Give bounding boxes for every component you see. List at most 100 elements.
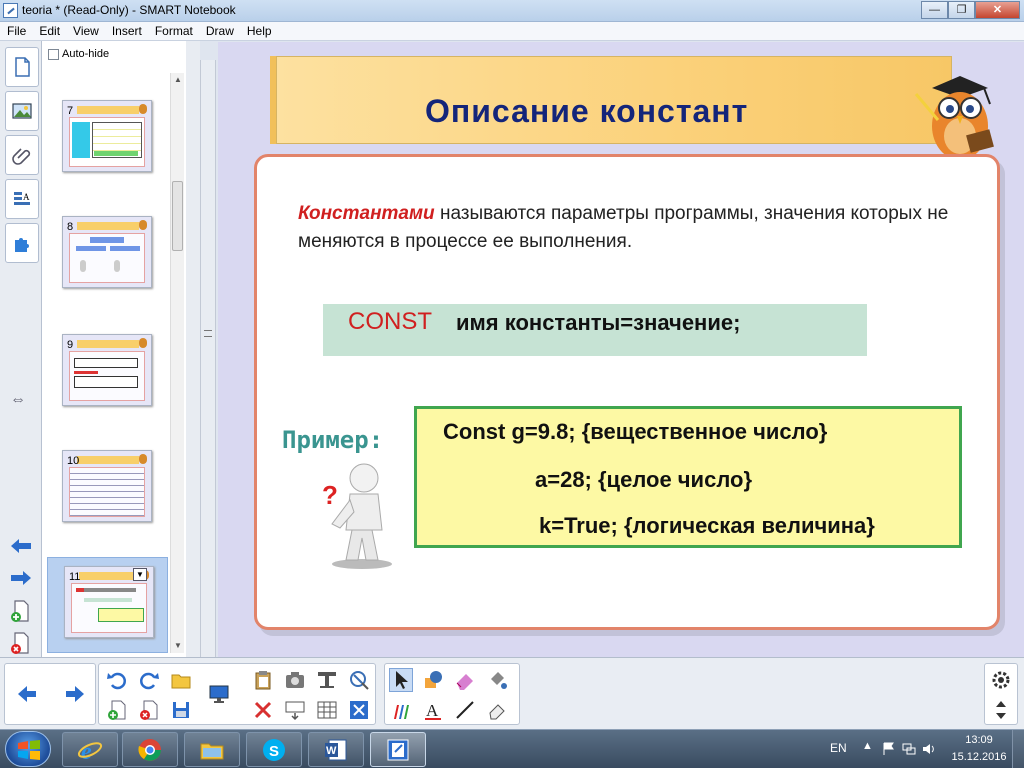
redo-button[interactable] bbox=[137, 668, 161, 692]
flag-icon[interactable] bbox=[882, 742, 896, 756]
thumbnail-title-bar bbox=[77, 222, 139, 230]
tab-addons[interactable] bbox=[5, 223, 39, 263]
file-edit-group bbox=[98, 663, 376, 725]
scrollbar-thumb[interactable] bbox=[172, 181, 183, 251]
chrome-icon bbox=[138, 738, 161, 761]
screen-display-button[interactable] bbox=[207, 682, 231, 706]
eraser-icon bbox=[456, 674, 473, 690]
resize-arrows-icon[interactable]: ⇔ bbox=[10, 391, 26, 409]
menu-format[interactable]: Format bbox=[148, 22, 199, 40]
undo-button[interactable] bbox=[105, 668, 129, 692]
tab-attachments[interactable] bbox=[5, 135, 39, 175]
puzzle-icon bbox=[15, 238, 29, 252]
customize-toolbar-button[interactable] bbox=[989, 668, 1013, 692]
maximize-button[interactable]: ❐ bbox=[948, 1, 975, 19]
menu-view[interactable]: View bbox=[66, 22, 105, 40]
const-syntax: имя константы=значение; bbox=[456, 310, 741, 335]
smart-notebook-window: teoria * (Read-Only) - SMART Notebook — … bbox=[0, 0, 1024, 768]
menu-file[interactable]: File bbox=[0, 22, 32, 40]
paste-button[interactable] bbox=[251, 668, 275, 692]
example-box: Const g=9.8; {вещественное число} a=28; … bbox=[414, 406, 962, 548]
menu-draw[interactable]: Draw bbox=[199, 22, 240, 40]
delete-page-tool[interactable] bbox=[137, 698, 161, 722]
taskbar-ie[interactable]: e bbox=[62, 732, 118, 767]
autohide-label: Auto-hide bbox=[62, 48, 110, 60]
save-button[interactable] bbox=[169, 698, 193, 722]
taskbar-chrome[interactable] bbox=[122, 732, 178, 767]
close-button[interactable]: ✕ bbox=[975, 1, 1020, 19]
delete-page-icon bbox=[11, 632, 29, 654]
line-tool[interactable] bbox=[453, 698, 477, 722]
thumbnail-content bbox=[69, 351, 145, 401]
spotlight-button[interactable] bbox=[347, 668, 371, 692]
scroll-up-icon[interactable]: ▲ bbox=[174, 75, 182, 84]
sorter-scrollbar[interactable]: ▲ ▼ bbox=[170, 73, 184, 653]
start-button[interactable] bbox=[5, 731, 51, 767]
delete-button[interactable] bbox=[251, 698, 275, 722]
magic-pen-tool[interactable] bbox=[485, 698, 509, 722]
canvas-splitter[interactable] bbox=[200, 60, 216, 657]
panel-splitter[interactable] bbox=[186, 41, 200, 657]
svg-text:e: e bbox=[81, 739, 92, 763]
minimize-button[interactable]: — bbox=[921, 1, 948, 19]
eraser-tool[interactable] bbox=[453, 668, 477, 692]
scroll-down-icon[interactable]: ▼ bbox=[174, 641, 182, 650]
tab-gallery[interactable] bbox=[5, 91, 39, 131]
network-icon[interactable] bbox=[902, 742, 916, 756]
page-icon bbox=[15, 57, 30, 77]
page-thumbnail[interactable]: 10 bbox=[62, 450, 152, 522]
thumbnail-content bbox=[69, 233, 145, 283]
taskbar-word[interactable]: W bbox=[308, 732, 364, 767]
add-page-button[interactable] bbox=[10, 599, 30, 623]
taskbar-explorer[interactable] bbox=[184, 732, 240, 767]
page-menu-dropdown[interactable]: ▼ bbox=[133, 568, 147, 581]
menu-insert[interactable]: Insert bbox=[105, 22, 148, 40]
fullscreen-button[interactable] bbox=[347, 698, 371, 722]
menu-edit[interactable]: Edit bbox=[32, 22, 66, 40]
clock-date[interactable]: 15.12.2016 bbox=[946, 751, 1012, 763]
page-thumbnail[interactable]: 8 bbox=[62, 216, 152, 288]
word-icon: W bbox=[325, 739, 347, 760]
table-tool-icon bbox=[318, 672, 336, 688]
taskbar-smart-notebook[interactable] bbox=[370, 732, 426, 767]
page-thumbnail[interactable]: 9 bbox=[62, 334, 152, 406]
fill-tool[interactable] bbox=[485, 668, 509, 692]
language-indicator[interactable]: EN bbox=[830, 741, 847, 755]
clipboard-icon bbox=[255, 671, 271, 690]
volume-icon[interactable] bbox=[922, 742, 936, 756]
show-hidden-icons-icon[interactable]: ▲ bbox=[862, 740, 873, 752]
show-desktop-button[interactable] bbox=[1012, 730, 1024, 768]
text-tool[interactable]: A bbox=[421, 698, 445, 722]
thumbnail-content bbox=[69, 467, 145, 517]
tab-page-sorter[interactable] bbox=[5, 47, 39, 87]
tab-properties[interactable]: A bbox=[5, 179, 39, 219]
page-number: 9 bbox=[67, 339, 74, 351]
insert-table-button[interactable] bbox=[315, 698, 339, 722]
autohide-checkbox[interactable]: Auto-hide bbox=[48, 48, 109, 60]
whiteboard-canvas[interactable]: Описание констант Константами называются… bbox=[218, 42, 1024, 657]
page-thumbnail[interactable]: 7 bbox=[62, 100, 152, 172]
pens-tool[interactable] bbox=[389, 698, 413, 722]
shapes-tool[interactable] bbox=[421, 668, 445, 692]
add-page-tool[interactable] bbox=[105, 698, 129, 722]
folder-icon bbox=[200, 743, 224, 759]
window-controls: — ❐ ✕ bbox=[921, 1, 1020, 19]
screen-shade-button[interactable] bbox=[315, 668, 339, 692]
previous-page-tool[interactable] bbox=[15, 682, 39, 706]
taskbar-skype[interactable]: S bbox=[246, 732, 302, 767]
system-tray: EN ▲ 13:09 15.12.2016 bbox=[814, 730, 1024, 768]
next-page-button[interactable] bbox=[9, 569, 33, 587]
select-tool[interactable] bbox=[389, 668, 413, 692]
screen-capture-button[interactable] bbox=[283, 668, 307, 692]
previous-page-button[interactable] bbox=[9, 537, 33, 555]
splitter-grip[interactable] bbox=[204, 330, 212, 337]
next-page-tool[interactable] bbox=[63, 682, 87, 706]
checkbox-box[interactable] bbox=[48, 48, 59, 60]
screen-shade-tool[interactable] bbox=[283, 698, 307, 722]
move-toolbar-button[interactable] bbox=[989, 698, 1013, 722]
table-icon bbox=[317, 701, 337, 719]
menu-help[interactable]: Help bbox=[240, 22, 278, 40]
delete-page-button[interactable] bbox=[10, 631, 30, 655]
open-file-button[interactable] bbox=[169, 668, 193, 692]
clock-time[interactable]: 13:09 bbox=[954, 734, 1004, 746]
